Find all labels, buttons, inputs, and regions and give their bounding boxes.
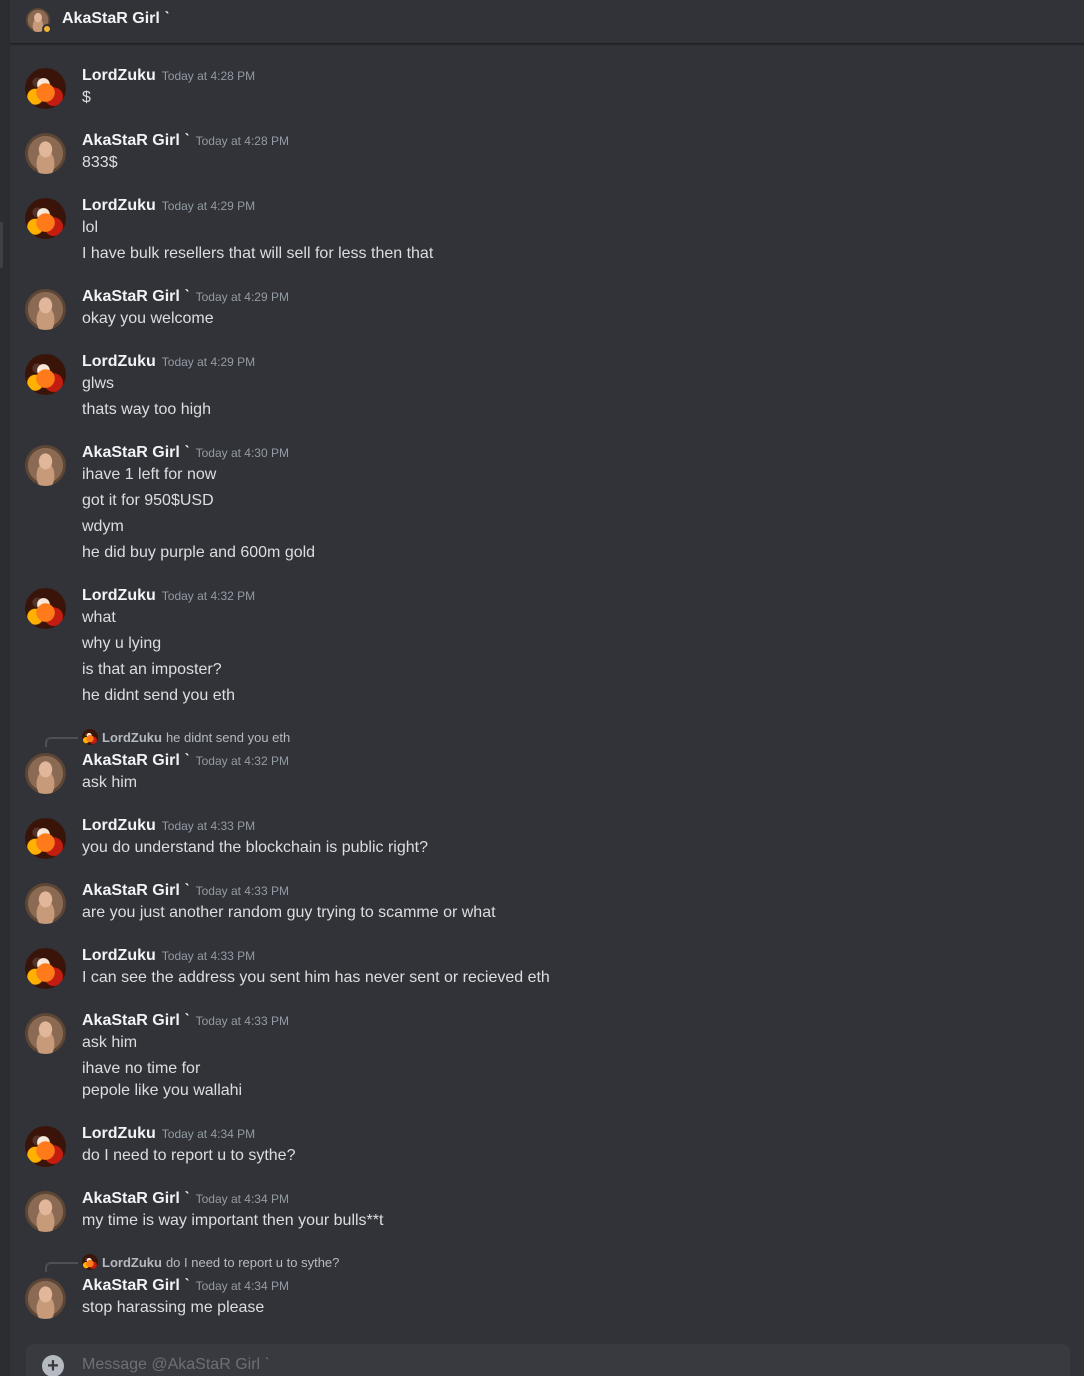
reply-author: LordZuku — [102, 1255, 162, 1270]
message-text: okay you welcome — [82, 310, 214, 327]
avatar[interactable] — [25, 1278, 66, 1319]
message-text: why u lying — [82, 635, 162, 652]
scroll-marker — [0, 222, 3, 268]
header-avatar[interactable] — [26, 8, 52, 34]
avatar[interactable] — [25, 68, 66, 109]
avatar[interactable] — [25, 753, 66, 794]
message-text: stop harassing me please — [82, 1299, 265, 1316]
timestamp: Today at 4:33 PM — [195, 884, 289, 898]
message-text: you do understand the blockchain is publ… — [82, 839, 428, 856]
timestamp: Today at 4:28 PM — [161, 69, 256, 83]
timestamp: Today at 4:30 PM — [195, 446, 289, 460]
reply-text: he didnt send you eth — [165, 730, 291, 745]
author-name[interactable]: LordZuku Today at 4:28 PM — [82, 66, 255, 86]
reply-avatar — [82, 1254, 98, 1270]
timestamp: Today at 4:33 PM — [161, 819, 256, 833]
reply-spine — [45, 1262, 78, 1272]
message-text: do I need to report u to sythe? — [82, 1147, 296, 1164]
timestamp: Today at 4:29 PM — [161, 199, 256, 213]
reply-preview[interactable]: LordZuku he didnt send you eth — [82, 729, 290, 747]
author-name[interactable]: AkaStaR Girl ˋ Today at 4:28 PM — [82, 131, 289, 151]
timestamp: Today at 4:34 PM — [195, 1279, 289, 1293]
message-text: he didnt send you eth — [82, 687, 236, 704]
message-text: I have bulk resellers that will sell for… — [82, 245, 434, 262]
author-name[interactable]: AkaStaR Girl ˋ Today at 4:33 PM — [82, 1011, 289, 1031]
avatar[interactable] — [25, 883, 66, 924]
message-text: what — [82, 609, 116, 626]
author-name[interactable]: LordZuku Today at 4:29 PM — [82, 196, 255, 216]
reply-spine — [45, 737, 78, 747]
message-text: pepole like you wallahi — [82, 1082, 243, 1099]
timestamp: Today at 4:29 PM — [195, 290, 289, 304]
message-text: ask him — [82, 1034, 138, 1051]
timestamp: Today at 4:32 PM — [195, 754, 289, 768]
author-name[interactable]: LordZuku Today at 4:34 PM — [82, 1124, 255, 1144]
reply-author: LordZuku — [102, 730, 162, 745]
message-input[interactable]: Message @AkaStaR Girl ˋ — [82, 1356, 270, 1374]
avatar[interactable] — [25, 133, 66, 174]
reply-preview[interactable]: LordZuku do I need to report u to sythe? — [82, 1254, 339, 1272]
message-text: glws — [82, 375, 115, 392]
avatar[interactable] — [25, 1013, 66, 1054]
message-text: lol — [82, 219, 99, 236]
message-text: thats way too high — [82, 401, 211, 418]
timestamp: Today at 4:34 PM — [161, 1127, 256, 1141]
author-name[interactable]: AkaStaR Girl ˋ Today at 4:34 PM — [82, 1189, 289, 1209]
reply-avatar — [82, 729, 98, 745]
message-text: I can see the address you sent him has n… — [82, 969, 550, 986]
avatar[interactable] — [25, 588, 66, 629]
message-text: is that an imposter? — [82, 661, 222, 678]
message-text: are you just another random guy trying t… — [82, 904, 496, 921]
message-text: ihave 1 left for now — [82, 466, 217, 483]
message-text: 833$ — [82, 154, 118, 171]
message-text: got it for 950$USD — [82, 492, 214, 509]
message-text: my time is way important then your bulls… — [82, 1212, 384, 1229]
message-text: ihave no time for — [82, 1060, 201, 1077]
avatar[interactable] — [25, 1126, 66, 1167]
dm-window: AkaStaR Girl ˋ LordZuku Today at 4:28 PM … — [0, 0, 1084, 1376]
author-name[interactable]: AkaStaR Girl ˋ Today at 4:30 PM — [82, 443, 289, 463]
avatar[interactable] — [25, 198, 66, 239]
author-name[interactable]: AkaStaR Girl ˋ Today at 4:32 PM — [82, 751, 289, 771]
message-text: $ — [82, 89, 91, 106]
message-composer[interactable]: + Message @AkaStaR Girl ˋ — [26, 1344, 1070, 1376]
message-text: he did buy purple and 600m gold — [82, 544, 316, 561]
add-attachment-icon[interactable]: + — [42, 1355, 64, 1376]
avatar[interactable] — [25, 354, 66, 395]
author-name[interactable]: LordZuku Today at 4:29 PM — [82, 352, 255, 372]
channel-header: AkaStaR Girl ˋ — [10, 0, 1084, 44]
author-name[interactable]: AkaStaR Girl ˋ Today at 4:34 PM — [82, 1276, 289, 1296]
author-name[interactable]: LordZuku Today at 4:32 PM — [82, 586, 255, 606]
timestamp: Today at 4:33 PM — [195, 1014, 289, 1028]
author-name[interactable]: AkaStaR Girl ˋ Today at 4:33 PM — [82, 881, 289, 901]
timestamp: Today at 4:34 PM — [195, 1192, 289, 1206]
message-text: wdym — [82, 518, 124, 535]
avatar[interactable] — [25, 948, 66, 989]
avatar[interactable] — [25, 445, 66, 486]
avatar[interactable] — [25, 1191, 66, 1232]
timestamp: Today at 4:28 PM — [195, 134, 289, 148]
idle-status-icon — [42, 24, 52, 34]
message-text: ask him — [82, 774, 138, 791]
channel-title[interactable]: AkaStaR Girl ˋ — [62, 10, 170, 28]
avatar[interactable] — [25, 289, 66, 330]
timestamp: Today at 4:33 PM — [161, 949, 256, 963]
author-name[interactable]: LordZuku Today at 4:33 PM — [82, 946, 255, 966]
timestamp: Today at 4:32 PM — [161, 589, 256, 603]
reply-text: do I need to report u to sythe? — [165, 1255, 340, 1270]
avatar[interactable] — [25, 818, 66, 859]
author-name[interactable]: AkaStaR Girl ˋ Today at 4:29 PM — [82, 287, 289, 307]
timestamp: Today at 4:29 PM — [161, 355, 256, 369]
sidebar-edge — [0, 0, 10, 1376]
author-name[interactable]: LordZuku Today at 4:33 PM — [82, 816, 255, 836]
